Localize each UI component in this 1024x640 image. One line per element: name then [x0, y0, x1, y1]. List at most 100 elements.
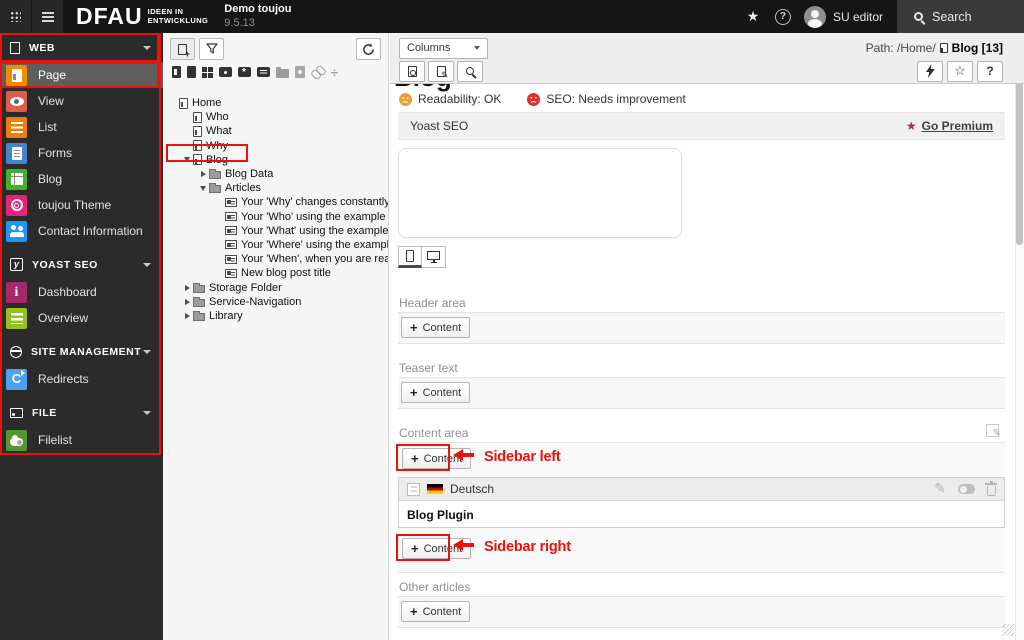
info-icon — [15, 283, 19, 301]
tree-item-post-3[interactable]: Your 'What' using the example of a — [163, 224, 388, 238]
expand-icon[interactable] — [181, 299, 193, 305]
expand-icon[interactable] — [181, 285, 193, 291]
tree-item-articles[interactable]: Articles — [163, 181, 388, 195]
docheader-help-button[interactable] — [977, 60, 1003, 82]
content-element-language: Deutsch — [450, 482, 495, 496]
tree-item-post-2[interactable]: Your 'Who' using the example of yo — [163, 210, 388, 224]
drag-link-icon[interactable] — [311, 66, 325, 78]
tree-item-library[interactable]: Library — [163, 309, 388, 323]
drag-element-star-icon[interactable] — [238, 67, 251, 78]
tree-item-post-4[interactable]: Your 'Where' using the example of y — [163, 238, 388, 252]
menu-section-site-management[interactable]: SITE MANAGEMENT — [0, 337, 163, 366]
lightning-icon — [925, 64, 935, 78]
tree-item-service-navigation[interactable]: Service-Navigation — [163, 295, 388, 309]
plus-icon — [411, 542, 419, 556]
tree-item-what[interactable]: What — [163, 124, 388, 138]
snippet-preview-box[interactable] — [398, 148, 682, 238]
edit-page-properties-icon — [436, 65, 449, 80]
search-button[interactable] — [457, 60, 483, 82]
tree-item-home[interactable]: Home — [163, 96, 388, 110]
mobile-preview-button[interactable] — [398, 246, 422, 268]
logo-tagline: IDEEN IN ENTWICKLUNG — [147, 6, 209, 25]
delete-trash-icon[interactable] — [985, 481, 998, 496]
add-content-button-teaser-text[interactable]: Content — [401, 382, 471, 403]
module-filelist[interactable]: Filelist — [0, 427, 163, 453]
menu-section-file[interactable]: FILE — [0, 398, 163, 427]
module-page[interactable]: Page — [0, 62, 163, 88]
expand-icon[interactable] — [197, 171, 209, 177]
topbar-search[interactable]: Search — [897, 0, 1024, 33]
seo-bad-icon — [527, 92, 541, 106]
module-view[interactable]: View — [0, 88, 163, 114]
drag-element-dot-icon[interactable] — [219, 67, 232, 77]
menu-section-web[interactable]: WEB — [0, 33, 163, 62]
view-webpage-icon — [407, 65, 417, 77]
go-premium-link[interactable]: Go Premium — [906, 117, 993, 135]
dfau-logo: DFAU IDEEN IN ENTWICKLUNG — [76, 3, 208, 30]
page-tree-toggle-button[interactable] — [32, 0, 63, 33]
readability-ok-icon — [399, 92, 412, 106]
view-webpage-button[interactable] — [399, 60, 425, 82]
new-page-button[interactable] — [170, 38, 195, 60]
tree-item-post-6[interactable]: New blog post title — [163, 266, 388, 280]
edit-page-properties-button[interactable] — [428, 60, 454, 82]
visibility-toggle-icon[interactable] — [958, 484, 975, 494]
page-tree-panel: Home Who What Why Blog Blog Data Article… — [163, 33, 389, 640]
drag-element-lines-icon[interactable] — [257, 67, 270, 77]
collapse-icon[interactable] — [197, 186, 209, 191]
module-redirects[interactable]: Redirects — [0, 366, 163, 392]
page-icon — [193, 140, 202, 152]
scrollbar-thumb[interactable] — [1016, 63, 1023, 245]
collapse-icon[interactable] — [181, 157, 193, 162]
drag-shortcut-grid-icon[interactable] — [202, 66, 213, 78]
content-element-blog-plugin[interactable]: Deutsch Blog Plugin — [398, 477, 1005, 528]
edit-content-area-icon[interactable] — [986, 424, 1001, 439]
site-title: Demo toujou — [224, 2, 292, 15]
page-icon — [939, 43, 948, 53]
edit-pencil-icon[interactable] — [934, 480, 946, 498]
tree-item-post-1[interactable]: Your 'Why' changes constantly — [163, 195, 388, 209]
drag-plain-page-icon[interactable] — [187, 66, 196, 78]
clear-cache-button[interactable] — [917, 60, 943, 82]
bookmark-button[interactable] — [947, 60, 973, 82]
expand-icon[interactable] — [181, 313, 193, 319]
columns-view-select[interactable]: Columns — [399, 37, 488, 59]
tree-item-who[interactable]: Who — [163, 110, 388, 124]
tree-item-blog-data[interactable]: Blog Data — [163, 167, 388, 181]
module-overview[interactable]: Overview — [0, 305, 163, 331]
filter-button[interactable] — [199, 38, 224, 60]
add-content-button-other-articles[interactable]: Content — [401, 601, 471, 622]
module-contact-information[interactable]: Contact Information — [0, 218, 163, 244]
module-grid-button[interactable] — [0, 0, 31, 33]
bookmark-star-button[interactable] — [738, 0, 768, 33]
module-forms[interactable]: Forms — [0, 140, 163, 166]
refresh-button[interactable] — [356, 38, 381, 60]
menu-section-yoast-seo[interactable]: YOAST SEO — [0, 250, 163, 279]
desktop-preview-button[interactable] — [422, 246, 446, 268]
add-content-button-header-area[interactable]: Content — [401, 317, 471, 338]
list-icon — [10, 121, 23, 133]
yoast-icon — [10, 258, 23, 271]
module-dashboard[interactable]: Dashboard — [0, 279, 163, 305]
readability-status: Readability: OK — [399, 92, 501, 106]
tree-item-post-5[interactable]: Your 'When', when you are ready — [163, 252, 388, 266]
help-button[interactable] — [768, 0, 798, 33]
drag-divider-icon[interactable] — [331, 66, 338, 79]
user-menu[interactable]: SU editor — [798, 5, 897, 28]
people-icon — [9, 225, 24, 237]
drag-page-image-icon[interactable] — [295, 66, 305, 78]
module-toujou-theme[interactable]: toujou Theme — [0, 192, 163, 218]
star-outline-icon — [954, 62, 966, 80]
page-icon — [193, 125, 202, 137]
annotation-arrow-left-2 — [453, 539, 474, 551]
premium-star-icon — [906, 117, 917, 135]
vertical-scrollbar[interactable] — [1015, 33, 1024, 640]
module-blog[interactable]: Blog — [0, 166, 163, 192]
module-list[interactable]: List — [0, 114, 163, 140]
drag-folder-icon[interactable] — [276, 66, 289, 78]
drag-page-icon[interactable] — [172, 66, 181, 78]
tree-item-why[interactable]: Why — [163, 139, 388, 153]
section-panel-teaser-text — [398, 377, 1005, 409]
tree-item-storage-folder[interactable]: Storage Folder — [163, 280, 388, 294]
tree-item-blog[interactable]: Blog — [163, 153, 388, 167]
